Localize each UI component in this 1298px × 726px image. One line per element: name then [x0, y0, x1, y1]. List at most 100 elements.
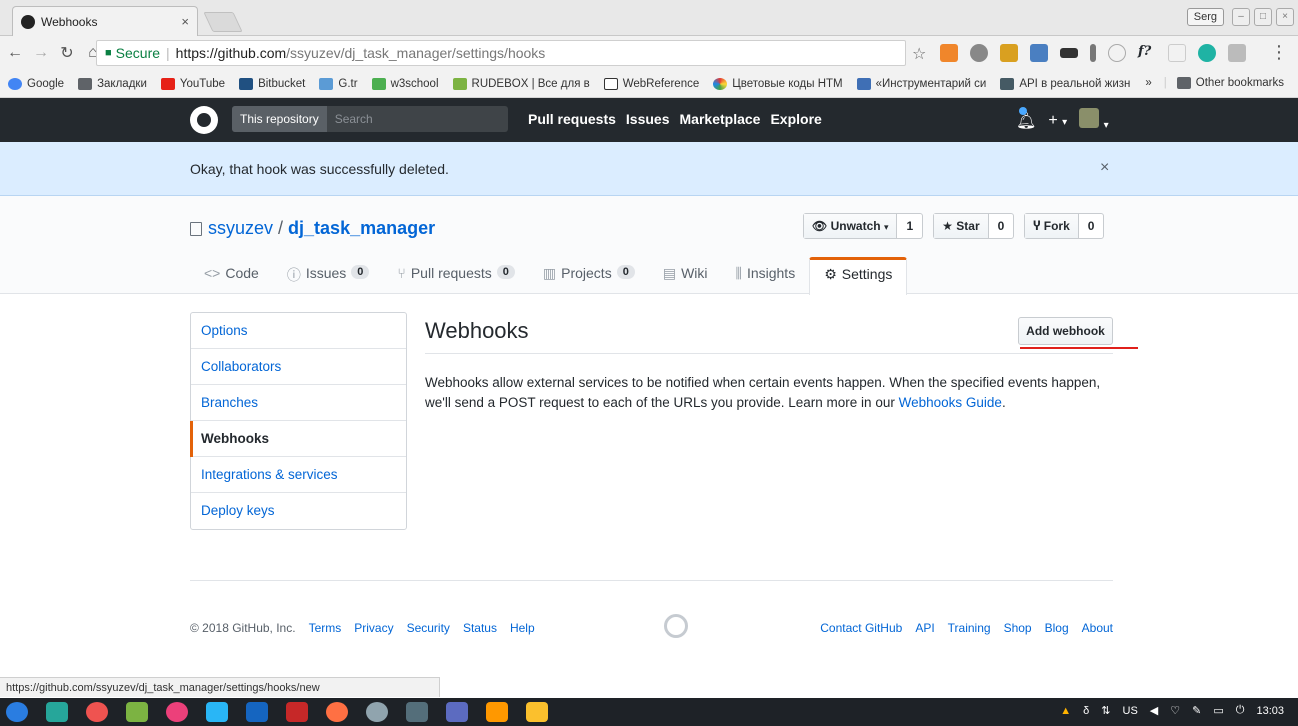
repo-owner-link[interactable]: ssyuzev: [208, 218, 273, 239]
watch-count[interactable]: 1: [897, 214, 922, 238]
header-nav-issues[interactable]: Issues: [626, 111, 670, 127]
extension-function-icon[interactable]: f?: [1138, 44, 1156, 62]
menu-item-integrations[interactable]: Integrations & services: [191, 457, 406, 493]
address-bar[interactable]: ■ Secure | https://github.com /ssyuzev/d…: [96, 40, 906, 66]
extension-chart-icon[interactable]: [940, 44, 958, 62]
bookmark-gtr[interactable]: G.tr: [319, 77, 358, 90]
search-box[interactable]: This repository Search: [232, 106, 508, 132]
bookmark-w3school[interactable]: w3school: [371, 77, 439, 90]
media-player-icon[interactable]: [86, 702, 108, 722]
tab-issues[interactable]: ⓘ Issues 0: [273, 257, 384, 294]
star-count[interactable]: 0: [989, 214, 1014, 238]
back-icon[interactable]: ←: [4, 44, 26, 62]
header-nav-pull-requests[interactable]: Pull requests: [528, 111, 616, 127]
desktop-icon[interactable]: [46, 702, 68, 722]
update-icon[interactable]: ▲: [1060, 705, 1071, 717]
extension-circle-icon[interactable]: [1108, 44, 1126, 62]
extension-pen-icon[interactable]: [1090, 44, 1096, 62]
calendar-icon[interactable]: [286, 702, 308, 722]
maximize-icon[interactable]: □: [1254, 8, 1272, 26]
music-icon[interactable]: [126, 702, 148, 722]
footer-link-blog[interactable]: Blog: [1045, 621, 1069, 635]
bookmark-star-icon[interactable]: ☆: [912, 44, 926, 64]
tab-pull-requests[interactable]: ⑂ Pull requests 0: [383, 257, 528, 294]
footer-link-about[interactable]: About: [1082, 621, 1113, 635]
tab-code[interactable]: <> Code: [190, 257, 273, 294]
footer-link-status[interactable]: Status: [463, 621, 497, 635]
header-nav-explore[interactable]: Explore: [770, 111, 821, 127]
github-mark-icon[interactable]: [664, 614, 688, 638]
bookmark-color-codes[interactable]: Цветовые коды HTM: [713, 77, 843, 90]
flash-close-icon[interactable]: ×: [1100, 159, 1109, 177]
fork-count[interactable]: 0: [1079, 214, 1104, 238]
power-icon[interactable]: ⏻: [1236, 704, 1245, 717]
footer-link-api[interactable]: API: [915, 621, 934, 635]
other-bookmarks[interactable]: Other bookmarks: [1196, 77, 1284, 89]
extension-user-icon[interactable]: [1030, 44, 1048, 62]
keyboard-layout[interactable]: US: [1123, 705, 1138, 717]
vlc-icon[interactable]: [486, 702, 508, 722]
tab-settings[interactable]: ⚙ Settings: [809, 257, 908, 295]
tab-insights[interactable]: ⫼ Insights: [722, 257, 810, 294]
fork-button[interactable]: Ⴤ Fork: [1025, 214, 1079, 238]
extension-bookmark-icon[interactable]: [1000, 44, 1018, 62]
network-icon[interactable]: ⇅: [1101, 704, 1110, 717]
unwatch-button[interactable]: 👁︎ Unwatch ▾: [804, 214, 898, 238]
reload-icon[interactable]: ↻: [56, 43, 78, 63]
github-logo-icon[interactable]: [190, 106, 218, 134]
settings-app-icon[interactable]: [166, 702, 188, 722]
extension-glasses-icon[interactable]: [1060, 48, 1078, 58]
code-editor-icon[interactable]: [246, 702, 268, 722]
bookmark-google[interactable]: Google: [8, 77, 64, 90]
volume-icon[interactable]: ◀: [1150, 704, 1158, 717]
profile-chip[interactable]: Serg: [1186, 8, 1224, 26]
bookmark-api[interactable]: API в реальной жизн: [1000, 77, 1130, 90]
new-tab-button[interactable]: [203, 12, 243, 32]
wifi-icon[interactable]: ♡: [1170, 704, 1180, 717]
menu-item-options[interactable]: Options: [191, 313, 406, 349]
bookmark-webreference[interactable]: WebReference: [603, 77, 699, 90]
tab-wiki[interactable]: ▤ Wiki: [649, 257, 722, 294]
footer-link-security[interactable]: Security: [407, 621, 450, 635]
footer-link-privacy[interactable]: Privacy: [354, 621, 393, 635]
create-new-button[interactable]: + ▾: [1048, 112, 1067, 130]
bookmark-youtube[interactable]: YouTube: [160, 77, 225, 90]
user-menu-button[interactable]: ▾: [1079, 108, 1109, 133]
terminal-icon[interactable]: [406, 702, 428, 722]
menu-item-collaborators[interactable]: Collaborators: [191, 349, 406, 385]
footer-link-shop[interactable]: Shop: [1004, 621, 1032, 635]
add-webhook-button[interactable]: Add webhook: [1018, 317, 1113, 345]
star-button[interactable]: ★ Star: [934, 214, 989, 238]
battery-icon[interactable]: ▭: [1213, 704, 1223, 717]
footer-link-training[interactable]: Training: [948, 621, 991, 635]
launcher-icon[interactable]: [6, 702, 28, 722]
chrome-icon[interactable]: [366, 702, 388, 722]
file-manager-icon[interactable]: [206, 702, 228, 722]
clock[interactable]: 13:03: [1256, 705, 1284, 717]
menu-item-deploy-keys[interactable]: Deploy keys: [191, 493, 406, 529]
tab-projects[interactable]: ▥ Projects 0: [529, 257, 649, 294]
pen-icon[interactable]: ✎: [1192, 704, 1201, 717]
thermometer-icon[interactable]: δ: [1083, 705, 1089, 717]
menu-item-webhooks[interactable]: Webhooks: [190, 421, 406, 457]
header-nav-marketplace[interactable]: Marketplace: [680, 111, 761, 127]
footer-link-help[interactable]: Help: [510, 621, 535, 635]
bookmark-instrumentariy[interactable]: «Инструментарий си: [856, 77, 986, 90]
webhooks-guide-link[interactable]: Webhooks Guide: [899, 395, 1002, 410]
footer-link-terms[interactable]: Terms: [309, 621, 342, 635]
document-viewer-icon[interactable]: [446, 702, 468, 722]
tab-close-icon[interactable]: ×: [181, 14, 189, 29]
minimize-icon[interactable]: –: [1232, 8, 1250, 26]
bookmark-bitbucket[interactable]: Bitbucket: [239, 77, 305, 90]
repo-name-link[interactable]: dj_task_manager: [288, 218, 435, 239]
search-input[interactable]: Search: [327, 112, 373, 126]
notes-icon[interactable]: [526, 702, 548, 722]
window-close-icon[interactable]: ×: [1276, 8, 1294, 26]
bookmarks-more-chevron[interactable]: »: [1145, 77, 1151, 89]
extension-grid-icon[interactable]: [1228, 44, 1246, 62]
browser-menu-icon[interactable]: ⋮: [1270, 42, 1288, 63]
browser-tab[interactable]: Webhooks ×: [12, 6, 198, 36]
footer-link-contact[interactable]: Contact GitHub: [820, 621, 902, 635]
extension-m-icon[interactable]: [1198, 44, 1216, 62]
forward-icon[interactable]: →: [30, 44, 52, 62]
